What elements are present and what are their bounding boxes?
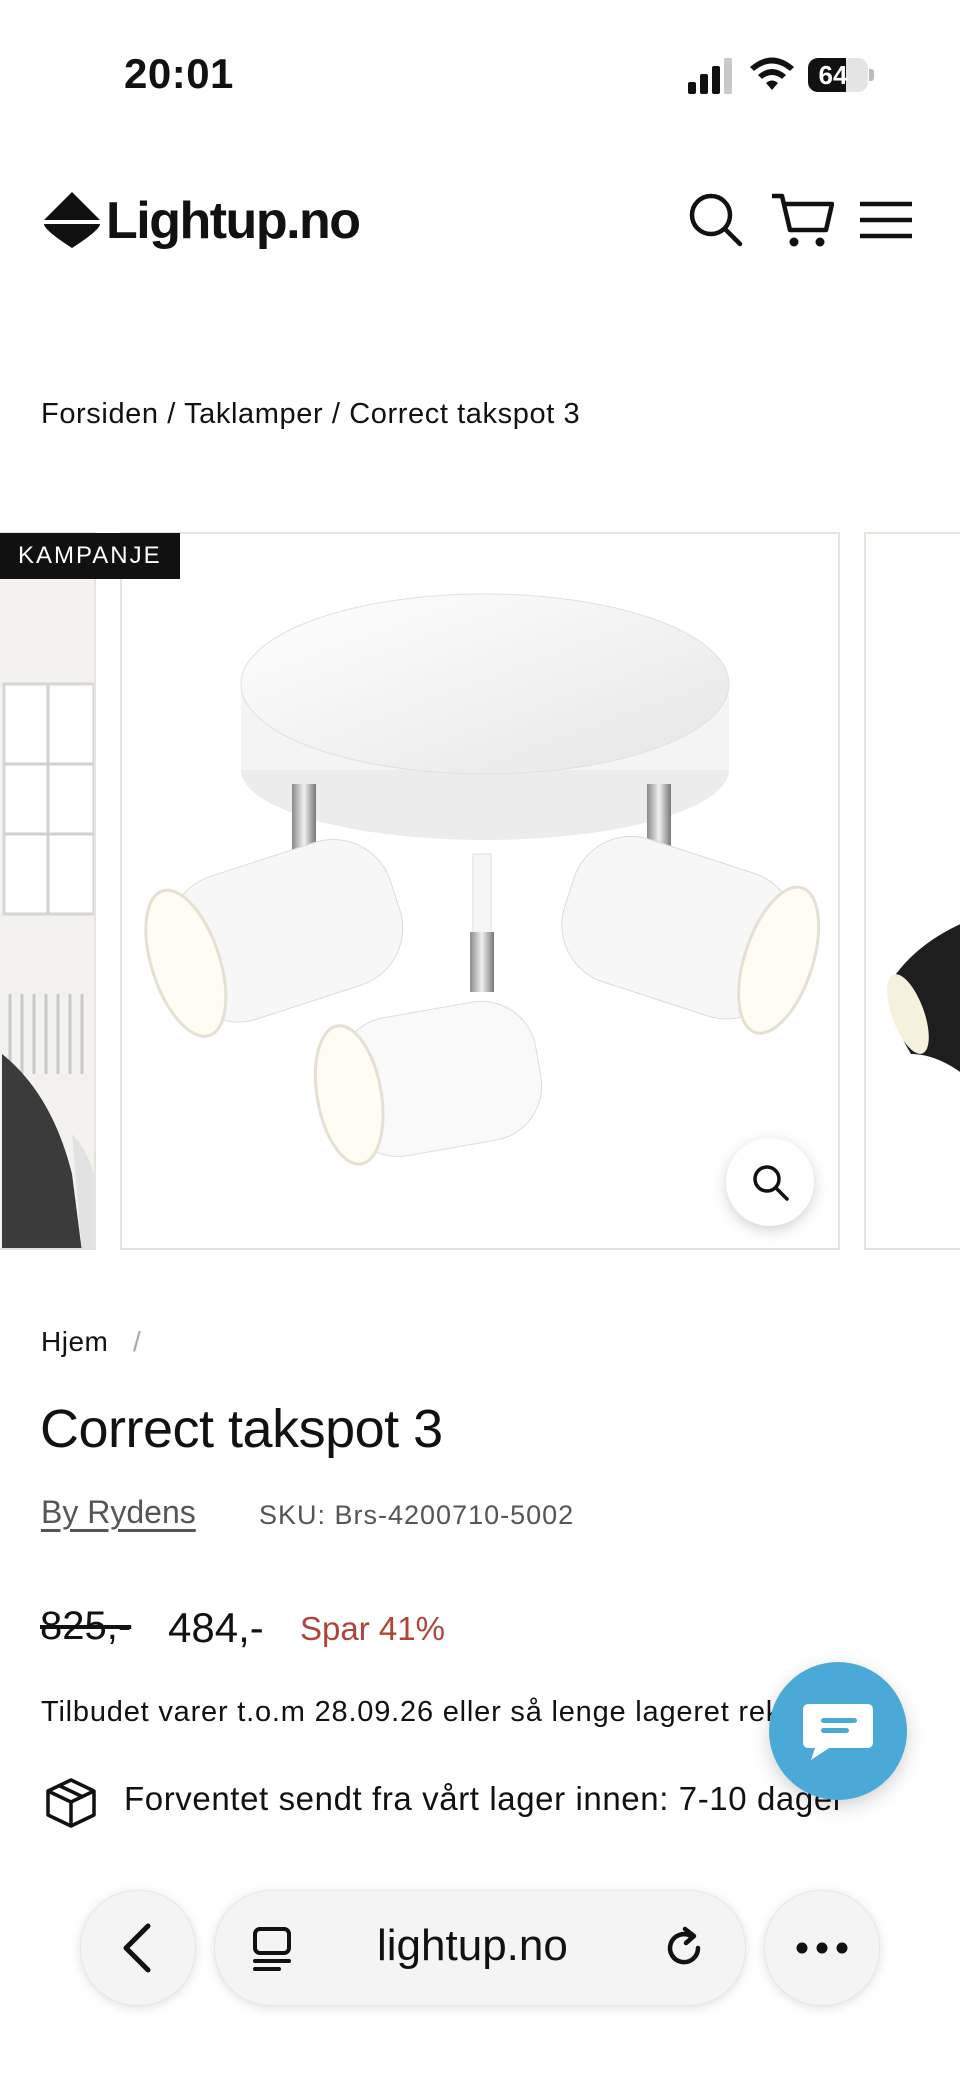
battery-level: 64 xyxy=(818,60,848,90)
wifi-icon xyxy=(748,56,796,94)
zoom-button[interactable] xyxy=(726,1138,814,1226)
status-time: 20:01 xyxy=(124,50,234,97)
signal-icon xyxy=(688,56,734,94)
more-button[interactable] xyxy=(764,1890,880,2006)
menu-icon[interactable] xyxy=(858,190,918,250)
brand-link[interactable]: By Rydens xyxy=(41,1494,196,1531)
chat-button[interactable] xyxy=(769,1662,907,1800)
back-icon xyxy=(123,1923,151,1973)
chat-icon xyxy=(803,1704,873,1760)
gallery-slide-previous[interactable] xyxy=(0,532,96,1250)
product-sku: SKU: Brs-4200710-5002 xyxy=(259,1500,575,1530)
zoom-icon xyxy=(753,1165,789,1201)
url-text[interactable]: lightup.no xyxy=(377,1921,568,1971)
search-icon[interactable] xyxy=(686,190,746,250)
gallery-slide-next[interactable] xyxy=(864,532,960,1250)
reload-icon[interactable] xyxy=(661,1925,707,1971)
sale-price: 484,- xyxy=(168,1604,264,1651)
address-bar[interactable]: lightup.no xyxy=(214,1890,746,2006)
back-button[interactable] xyxy=(80,1890,196,2006)
shipping-estimate: Forventet sendt fra vårt lager innen: 7-… xyxy=(124,1780,845,1817)
campaign-badge: KAMPANJE xyxy=(0,533,180,579)
original-price: 825,- xyxy=(40,1604,132,1648)
logo-lamp-icon xyxy=(44,192,100,248)
gallery-slide-main[interactable] xyxy=(120,532,840,1250)
cart-icon[interactable] xyxy=(770,190,835,250)
site-logo[interactable]: Lightup.no xyxy=(42,186,361,256)
logo-text: Lightup.no xyxy=(106,192,361,250)
more-icon xyxy=(796,1942,848,1954)
tabs-icon xyxy=(253,1927,291,1971)
product-title: Correct takspot 3 xyxy=(40,1399,443,1459)
product-image xyxy=(144,593,821,1166)
savings-label: Spar 41% xyxy=(300,1610,445,1647)
home-breadcrumb[interactable]: Hjem xyxy=(41,1326,108,1358)
breadcrumb[interactable]: Forsiden / Taklamper / Correct takspot 3 xyxy=(41,398,580,431)
battery-icon: 64 xyxy=(808,58,874,94)
breadcrumb-separator: / xyxy=(133,1326,141,1357)
package-icon xyxy=(44,1776,98,1830)
offer-text: Tilbudet varer t.o.m 28.09.26 eller så l… xyxy=(41,1696,824,1728)
